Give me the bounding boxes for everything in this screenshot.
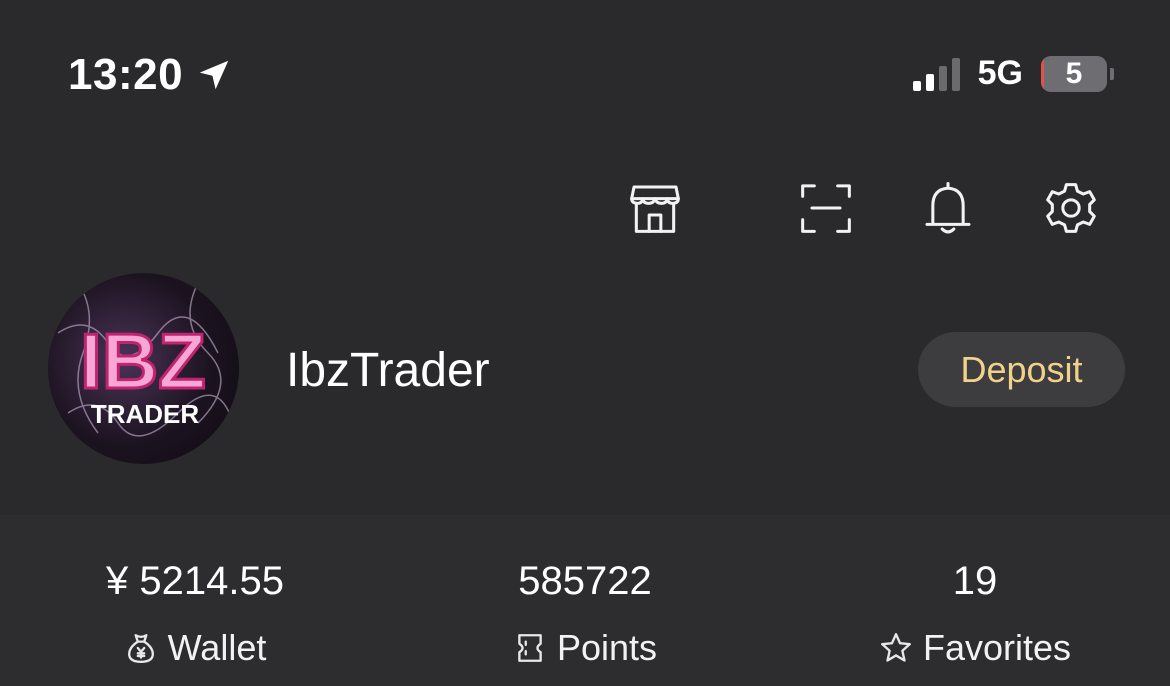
favorites-count: 19 <box>952 559 998 603</box>
toolbar-divider <box>0 178 1170 238</box>
points-value: 585722 <box>518 559 652 603</box>
battery-level: 5 <box>1065 56 1083 90</box>
location-arrow-icon <box>199 60 229 90</box>
avatar[interactable]: IBZ TRADER <box>48 273 239 464</box>
username[interactable]: IbzTrader <box>286 343 490 398</box>
status-time-text: 13:20 <box>68 50 184 99</box>
signal-icon <box>912 57 960 91</box>
favorites-label: Favorites <box>780 627 1170 669</box>
avatar-logo: IBZ TRADER <box>57 282 234 437</box>
wallet-label: Wallet <box>0 627 390 669</box>
avatar-text-sub: TRADER <box>91 399 200 429</box>
favorites-label-text: Favorites <box>922 627 1072 668</box>
wallet-label-text: Wallet <box>167 627 267 668</box>
stats-bar: ¥ 5214.55 Wallet 585722 Points 19 Favori… <box>0 515 1170 686</box>
deposit-button[interactable]: Deposit <box>918 332 1125 407</box>
ticket-icon <box>518 634 542 662</box>
wallet-balance: ¥ 5214.55 <box>106 559 284 603</box>
money-bag-icon <box>127 634 154 663</box>
star-icon <box>880 633 911 662</box>
network-type: 5G <box>977 54 1023 92</box>
profile-screen: 13:20 5G 5 IBZ TRADER IbzTrader Deposit … <box>0 0 1170 686</box>
status-indicators: 5G 5 <box>912 54 1114 93</box>
points-label-text: Points <box>556 627 658 668</box>
status-time: 13:20 <box>68 50 233 100</box>
points-label: Points <box>390 627 780 669</box>
battery-icon: 5 <box>1041 55 1114 92</box>
avatar-text-main: IBZ <box>80 317 206 405</box>
